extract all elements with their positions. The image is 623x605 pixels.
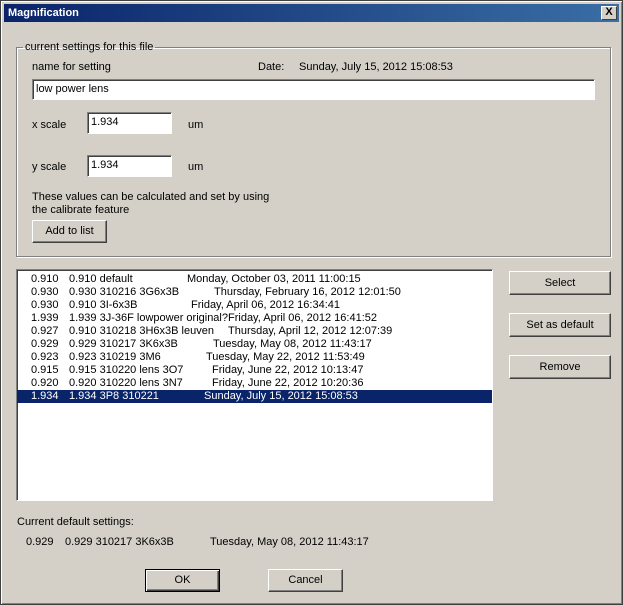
list-item-date: Friday, June 22, 2012 10:13:47 <box>212 364 364 376</box>
list-item-y-and-name: 0.915 310220 lens 3O7 <box>69 364 183 377</box>
magnification-dialog: Magnification X current settings for thi… <box>0 0 623 605</box>
list-item[interactable]: 0.930 0.930 310216 3G6x3B Thursday, Februa… <box>17 286 492 299</box>
date-value: Sunday, July 15, 2012 15:08:53 <box>299 61 453 73</box>
window-title: Magnification <box>8 7 79 19</box>
current-default-y-name: 0.929 310217 3K6x3B <box>65 536 174 548</box>
title-bar[interactable]: Magnification X <box>4 4 619 22</box>
list-item-date: Monday, October 03, 2011 11:00:15 <box>187 273 361 285</box>
current-default-x: 0.929 <box>26 536 54 548</box>
list-item-y-scale: 0.910 <box>69 325 97 337</box>
set-as-default-button[interactable]: Set as default <box>509 313 611 337</box>
help-text-line2: the calibrate feature <box>32 204 130 216</box>
list-item-x-scale: 0.927 <box>31 325 59 337</box>
list-item-y-scale: 0.915 <box>69 364 97 376</box>
list-item-name: 310220 lens 3N7 <box>99 377 183 389</box>
list-item-name: 310219 3M6 <box>99 351 161 363</box>
add-to-list-button[interactable]: Add to list <box>32 220 107 243</box>
list-item-y-scale: 1.934 <box>69 390 97 402</box>
close-button[interactable]: X <box>601 6 617 20</box>
settings-listbox[interactable]: 0.910 0.910 default Monday, October 03, 20… <box>16 269 493 501</box>
list-item[interactable]: 0.920 0.920 310220 lens 3N7 Friday, June 2… <box>17 377 492 390</box>
list-item-name: 310217 3K6x3B <box>99 338 178 350</box>
list-item-y-and-name: 0.930 310216 3G6x3B <box>69 286 179 299</box>
x-scale-input[interactable]: 1.934 <box>87 112 172 134</box>
x-scale-unit: um <box>188 119 204 131</box>
y-scale-unit: um <box>188 161 204 173</box>
list-item-name: 3I-6x3B <box>99 299 138 311</box>
list-item[interactable]: 0.930 0.910 3I-6x3B Friday, April 06, 2012… <box>17 299 492 312</box>
list-item-x-scale: 1.934 <box>31 390 59 402</box>
list-item-name: 310218 3H6x3B leuven <box>99 325 214 337</box>
list-item-name: 310220 lens 3O7 <box>99 364 184 376</box>
list-item-date: Tuesday, May 22, 2012 11:53:49 <box>206 351 365 363</box>
list-item[interactable]: 0.929 0.929 310217 3K6x3B Tuesday, May 08,… <box>17 338 492 351</box>
setting-name-label: name for setting <box>32 61 111 73</box>
list-item-y-scale: 0.910 <box>69 273 97 285</box>
list-item-x-scale: 0.923 <box>31 351 59 363</box>
cancel-button[interactable]: Cancel <box>268 569 343 592</box>
y-scale-label: y scale <box>32 161 67 173</box>
list-item-y-scale: 1.939 <box>69 312 97 324</box>
list-item-x-scale: 1.939 <box>31 312 59 324</box>
current-default-date: Tuesday, May 08, 2012 11:43:17 <box>210 536 369 548</box>
list-item-y-and-name: 0.920 310220 lens 3N7 <box>69 377 183 390</box>
list-item-date: Friday, April 06, 2012 16:41:52 <box>228 312 378 324</box>
list-item-y-scale: 0.923 <box>69 351 97 363</box>
list-item-date: Sunday, July 15, 2012 15:08:53 <box>204 390 358 402</box>
close-icon: X <box>605 6 613 18</box>
list-item-x-scale: 0.910 <box>31 273 59 285</box>
list-item-date: Friday, June 22, 2012 10:20:36 <box>212 377 364 389</box>
list-item-y-and-name: 0.923 310219 3M6 <box>69 351 161 364</box>
list-item-y-scale: 0.929 <box>69 338 97 350</box>
list-item-y-scale: 0.910 <box>69 299 97 311</box>
list-item-y-scale: 0.920 <box>69 377 97 389</box>
list-item-x-scale: 0.915 <box>31 364 59 376</box>
list-item-date: Thursday, April 12, 2012 12:07:39 <box>228 325 393 337</box>
current-settings-legend: current settings for this file <box>25 41 154 53</box>
list-item-x-scale: 0.929 <box>31 338 59 350</box>
select-button[interactable]: Select <box>509 271 611 295</box>
x-scale-label: x scale <box>32 119 67 131</box>
date-label: Date: <box>258 61 285 73</box>
list-item-x-scale: 0.930 <box>31 286 59 298</box>
list-item-name: 3J-36F lowpower original? <box>99 312 228 324</box>
list-item-y-and-name: 0.910 310218 3H6x3B leuven <box>69 325 214 338</box>
list-item-name: 310216 3G6x3B <box>99 286 180 298</box>
y-scale-input[interactable]: 1.934 <box>87 155 172 177</box>
list-item-date: Friday, April 06, 2012 16:34:41 <box>191 299 341 311</box>
list-item-y-and-name: 1.939 3J-36F lowpower original? <box>69 312 228 325</box>
list-item[interactable]: 0.915 0.915 310220 lens 3O7 Friday, June 2… <box>17 364 492 377</box>
list-item[interactable]: 1.934 1.934 3P8 310221 Sunday, July 15, 20… <box>17 390 492 403</box>
list-item-y-and-name: 1.934 3P8 310221 <box>69 390 159 403</box>
list-item-date: Thursday, February 16, 2012 12:01:50 <box>214 286 401 298</box>
ok-button[interactable]: OK <box>145 569 220 592</box>
list-item-name: default <box>99 273 133 285</box>
list-item-x-scale: 0.930 <box>31 299 59 311</box>
remove-button[interactable]: Remove <box>509 355 611 379</box>
list-item[interactable]: 1.939 1.939 3J-36F lowpower original? Frid… <box>17 312 492 325</box>
help-text-line1: These values can be calculated and set b… <box>32 191 270 203</box>
setting-name-input[interactable]: low power lens <box>32 79 595 100</box>
list-item[interactable]: 0.910 0.910 default Monday, October 03, 20… <box>17 273 492 286</box>
list-item-y-and-name: 0.910 3I-6x3B <box>69 299 138 312</box>
list-item-date: Tuesday, May 08, 2012 11:43:17 <box>213 338 372 350</box>
list-item-x-scale: 0.920 <box>31 377 59 389</box>
list-item[interactable]: 0.927 0.910 310218 3H6x3B leuven Thursday,… <box>17 325 492 338</box>
list-item-y-and-name: 0.910 default <box>69 273 133 286</box>
list-item-y-scale: 0.930 <box>69 286 97 298</box>
list-item-name: 3P8 310221 <box>99 390 159 402</box>
list-item-y-and-name: 0.929 310217 3K6x3B <box>69 338 178 351</box>
current-default-label: Current default settings: <box>17 516 134 528</box>
list-item[interactable]: 0.923 0.923 310219 3M6 Tuesday, May 22, 20… <box>17 351 492 364</box>
